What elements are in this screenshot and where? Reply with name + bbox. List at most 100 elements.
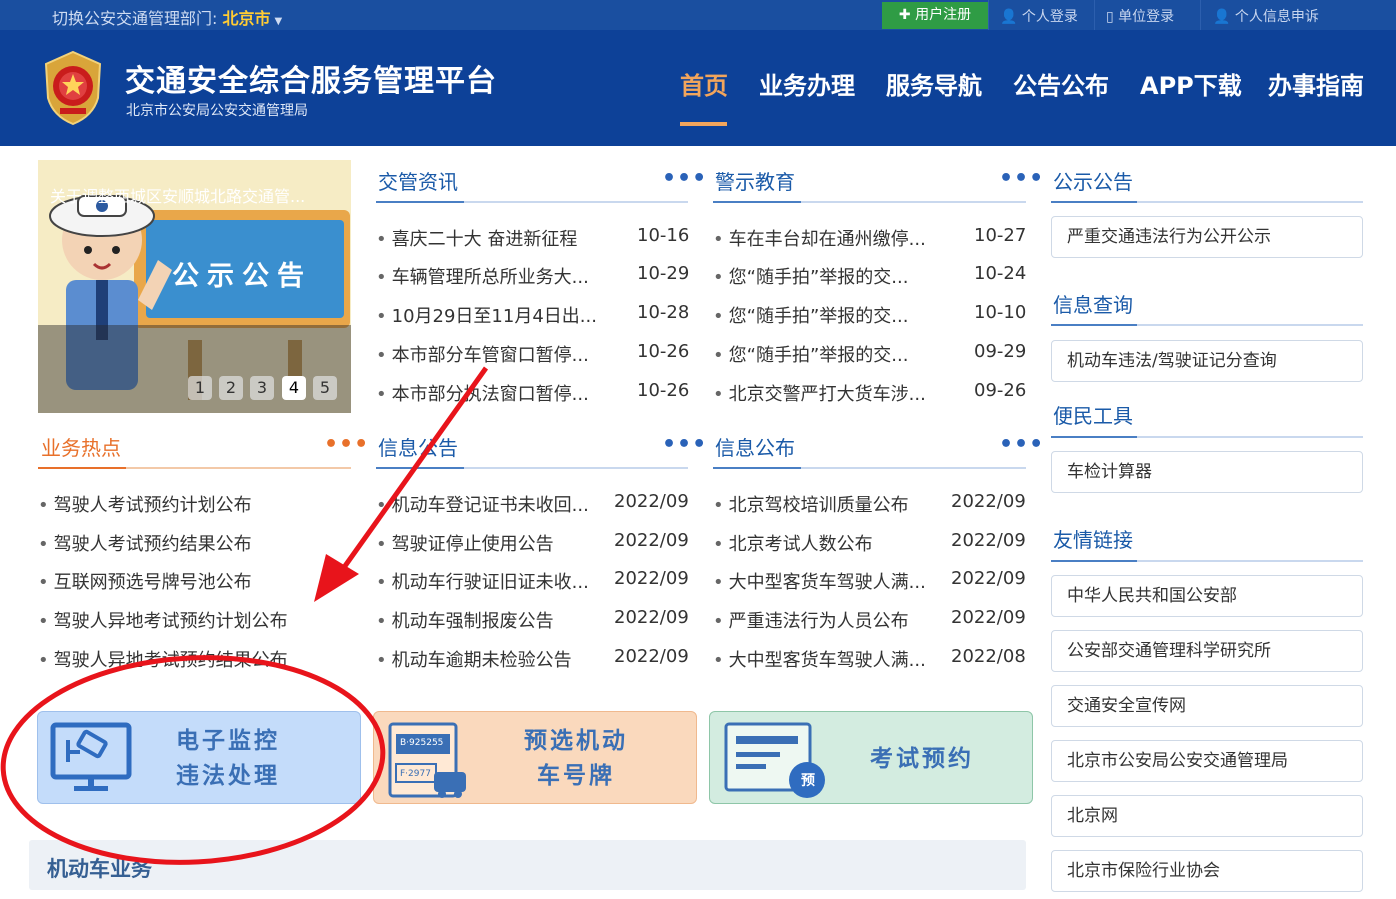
- more-icon[interactable]: •••: [662, 168, 707, 190]
- section-title-info-announcements[interactable]: 信息公告: [378, 432, 458, 461]
- section-divider-accent: [713, 201, 801, 203]
- site-title[interactable]: 交通安全综合服务管理平台: [125, 56, 497, 100]
- list-item[interactable]: • 您“随手拍”举报的交...: [713, 341, 908, 367]
- list-item[interactable]: • 北京交警严打大货车涉...: [713, 380, 926, 406]
- list-item[interactable]: • 严重违法行为人员公布: [713, 607, 909, 633]
- list-item[interactable]: • 机动车登记证书未收回...: [376, 491, 589, 517]
- list-item[interactable]: • 10月29日至11月4日出...: [376, 302, 597, 328]
- divider: [988, 0, 989, 30]
- list-item[interactable]: • 车在丰台却在通州缴停...: [713, 225, 926, 251]
- list-item[interactable]: • 车辆管理所总所业务大...: [376, 263, 589, 289]
- carousel-dot-4[interactable]: 4: [282, 376, 306, 400]
- list-item[interactable]: • 您“随手拍”举报的交...: [713, 263, 908, 289]
- personal-login-label: 个人登录: [1021, 9, 1078, 25]
- nav-app-download[interactable]: APP下载: [1140, 66, 1242, 101]
- more-icon[interactable]: •••: [324, 434, 369, 456]
- friend-link[interactable]: 中华人民共和国公安部: [1051, 575, 1363, 617]
- document-icon: ▯: [1106, 9, 1114, 25]
- more-icon[interactable]: •••: [999, 434, 1044, 456]
- site-subtitle: 北京市公安局公安交通管理局: [126, 103, 308, 119]
- carousel-caption[interactable]: 关于调整西城区安顺城北路交通管...: [50, 183, 340, 207]
- friend-link[interactable]: 公安部交通管理科学研究所: [1051, 630, 1363, 672]
- link-inspection-calculator[interactable]: 车检计算器: [1051, 451, 1363, 493]
- section-divider-accent: [1051, 560, 1137, 562]
- section-title-warning-education[interactable]: 警示教育: [715, 166, 795, 195]
- link-serious-violations[interactable]: 严重交通违法行为公开公示: [1051, 216, 1363, 258]
- list-item[interactable]: • 机动车逾期未检验公告: [376, 646, 572, 672]
- section-divider-accent: [1051, 201, 1137, 203]
- list-item[interactable]: • 北京驾校培训质量公布: [713, 491, 909, 517]
- carousel-dot-1[interactable]: 1: [188, 376, 212, 400]
- list-item-date: 2022/09: [951, 530, 1026, 551]
- nav-business[interactable]: 业务办理: [759, 66, 855, 101]
- monitor-camera-icon: [50, 722, 132, 791]
- personal-appeal-label: 个人信息申诉: [1234, 9, 1319, 25]
- police-emblem-logo[interactable]: [38, 50, 108, 126]
- right-title-tools[interactable]: 便民工具: [1053, 400, 1133, 429]
- department-switch-label: 切换公安交通管理部门:: [52, 9, 218, 28]
- section-title-info-publications[interactable]: 信息公布: [715, 432, 795, 461]
- carousel-dot-5[interactable]: 5: [313, 376, 337, 400]
- list-item-date: 2022/09: [951, 491, 1026, 512]
- annotation-arrow-head: [314, 554, 359, 602]
- nav-service-guide[interactable]: 服务导航: [886, 66, 982, 101]
- motor-vehicle-section-header: [29, 840, 1026, 890]
- motor-vehicle-section-title[interactable]: 机动车业务: [47, 853, 152, 883]
- nav-guide[interactable]: 办事指南: [1268, 66, 1364, 101]
- list-item[interactable]: • 互联网预选号牌号池公布: [38, 568, 252, 594]
- list-item[interactable]: • 机动车行驶证旧证未收...: [376, 568, 589, 594]
- list-item-date: 10-29: [637, 263, 690, 284]
- exam-booking-card[interactable]: 预 考试预约: [709, 711, 1033, 804]
- register-button[interactable]: ✚ 用户注册: [882, 2, 988, 29]
- friend-link[interactable]: 北京市保险行业协会: [1051, 850, 1363, 892]
- company-login-link[interactable]: ▯ 单位登录: [1106, 6, 1174, 26]
- user-icon: 👤: [1000, 9, 1018, 25]
- site-header: 交通安全综合服务管理平台 北京市公安局公安交通管理局 首页 业务办理 服务导航 …: [0, 30, 1396, 146]
- right-title-friend-links[interactable]: 友情链接: [1053, 524, 1133, 553]
- caret-down-icon[interactable]: ▼: [275, 16, 283, 27]
- company-login-label: 单位登录: [1118, 9, 1175, 25]
- current-city[interactable]: 北京市: [223, 9, 271, 28]
- list-item[interactable]: • 您“随手拍”举报的交...: [713, 302, 908, 328]
- list-item[interactable]: • 本市部分执法窗口暂停...: [376, 380, 589, 406]
- section-title-traffic-news[interactable]: 交管资讯: [378, 166, 458, 195]
- friend-link[interactable]: 交通安全宣传网: [1051, 685, 1363, 727]
- plus-icon: ✚: [898, 7, 911, 23]
- list-item[interactable]: • 驾驶人异地考试预约结果公布: [38, 646, 288, 672]
- right-title-announcements[interactable]: 公示公告: [1053, 166, 1133, 195]
- list-item[interactable]: • 大中型客货车驾驶人满...: [713, 646, 926, 672]
- more-icon[interactable]: •••: [662, 434, 707, 456]
- list-item[interactable]: • 驾驶人异地考试预约计划公布: [38, 607, 288, 633]
- list-item-date: 2022/09: [614, 607, 689, 628]
- list-item[interactable]: • 驾驶人考试预约结果公布: [38, 530, 252, 556]
- list-item[interactable]: • 机动车强制报废公告: [376, 607, 554, 633]
- friend-link[interactable]: 北京网: [1051, 795, 1363, 837]
- more-icon[interactable]: •••: [999, 168, 1044, 190]
- list-item[interactable]: • 驾驶证停止使用公告: [376, 530, 554, 556]
- right-title-info-query[interactable]: 信息查询: [1053, 289, 1133, 318]
- list-item-date: 09-26: [974, 380, 1027, 401]
- section-divider-accent: [376, 467, 464, 469]
- friend-link[interactable]: 北京市公安局公安交通管理局: [1051, 740, 1363, 782]
- list-item[interactable]: • 北京考试人数公布: [713, 530, 873, 556]
- personal-login-link[interactable]: 👤 个人登录: [1000, 6, 1078, 26]
- plate-selection-card[interactable]: B·925255 F·2977 预选机动 车号牌: [373, 711, 697, 804]
- section-divider-accent: [38, 467, 126, 469]
- carousel-dot-3[interactable]: 3: [250, 376, 274, 400]
- personal-appeal-link[interactable]: 👤 个人信息申诉: [1213, 6, 1319, 26]
- link-violation-query[interactable]: 机动车违法/驾驶证记分查询: [1051, 340, 1363, 382]
- top-bar: 切换公安交通管理部门: 北京市 ▼ ✚ 用户注册 👤 个人登录 ▯ 单位登录 👤 …: [0, 0, 1396, 30]
- nav-announcements[interactable]: 公告公布: [1013, 66, 1109, 101]
- list-item-date: 10-26: [637, 341, 690, 362]
- register-label: 用户注册: [915, 7, 972, 23]
- list-item[interactable]: • 大中型客货车驾驶人满...: [713, 568, 926, 594]
- department-switcher[interactable]: 切换公安交通管理部门: 北京市 ▼: [52, 5, 282, 29]
- list-item[interactable]: • 喜庆二十大 奋进新征程: [376, 225, 577, 251]
- section-title-hot-topics[interactable]: 业务热点: [41, 432, 121, 461]
- electronic-monitoring-card[interactable]: 电子监控 违法处理: [37, 711, 361, 804]
- license-plate-icon: [388, 722, 466, 798]
- carousel-dot-2[interactable]: 2: [219, 376, 243, 400]
- list-item[interactable]: • 驾驶人考试预约计划公布: [38, 491, 252, 517]
- nav-home[interactable]: 首页: [680, 66, 728, 101]
- list-item[interactable]: • 本市部分车管窗口暂停...: [376, 341, 589, 367]
